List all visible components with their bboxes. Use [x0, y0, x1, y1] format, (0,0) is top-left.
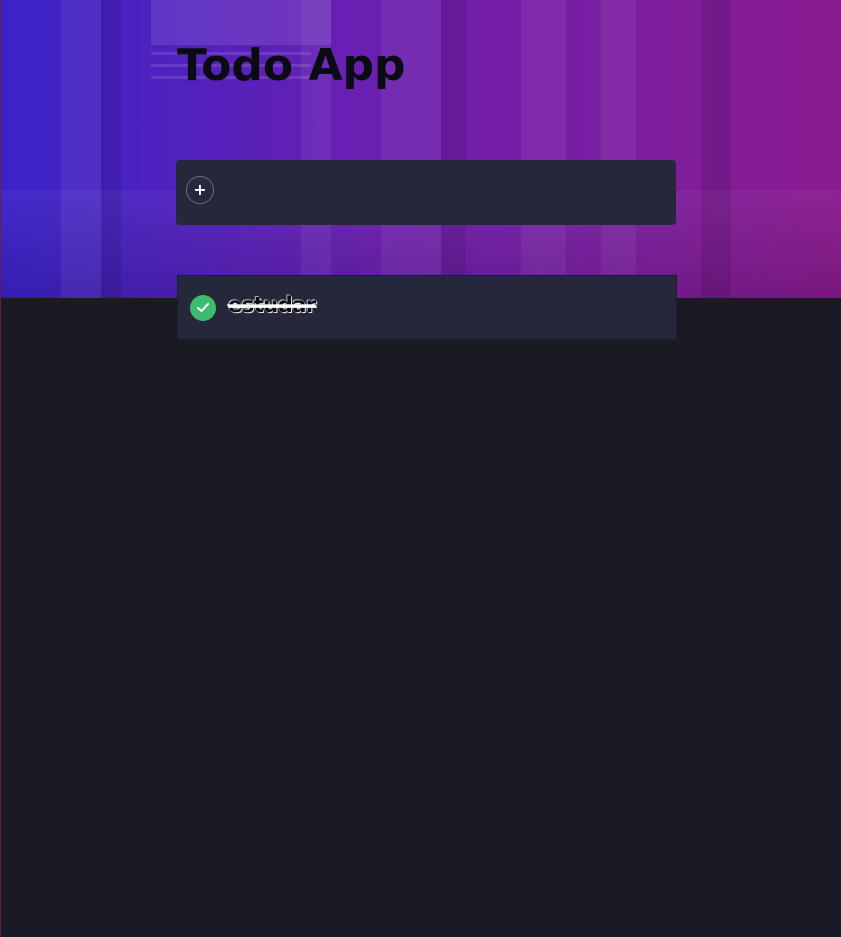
todo-toggle-complete[interactable]	[190, 295, 216, 321]
new-todo-input[interactable]	[226, 174, 660, 210]
hero-background-image	[1, 0, 841, 298]
new-todo-bar: +	[176, 160, 676, 225]
todo-item-text: estudar	[228, 293, 316, 317]
add-todo-button[interactable]: +	[186, 176, 214, 204]
plus-icon: +	[193, 180, 207, 199]
check-icon	[197, 303, 209, 312]
app-page: Todo App + estudar	[0, 0, 841, 937]
page-title: Todo App	[177, 40, 406, 91]
todo-item[interactable]: estudar	[177, 275, 677, 340]
todo-list: estudar	[177, 275, 677, 340]
